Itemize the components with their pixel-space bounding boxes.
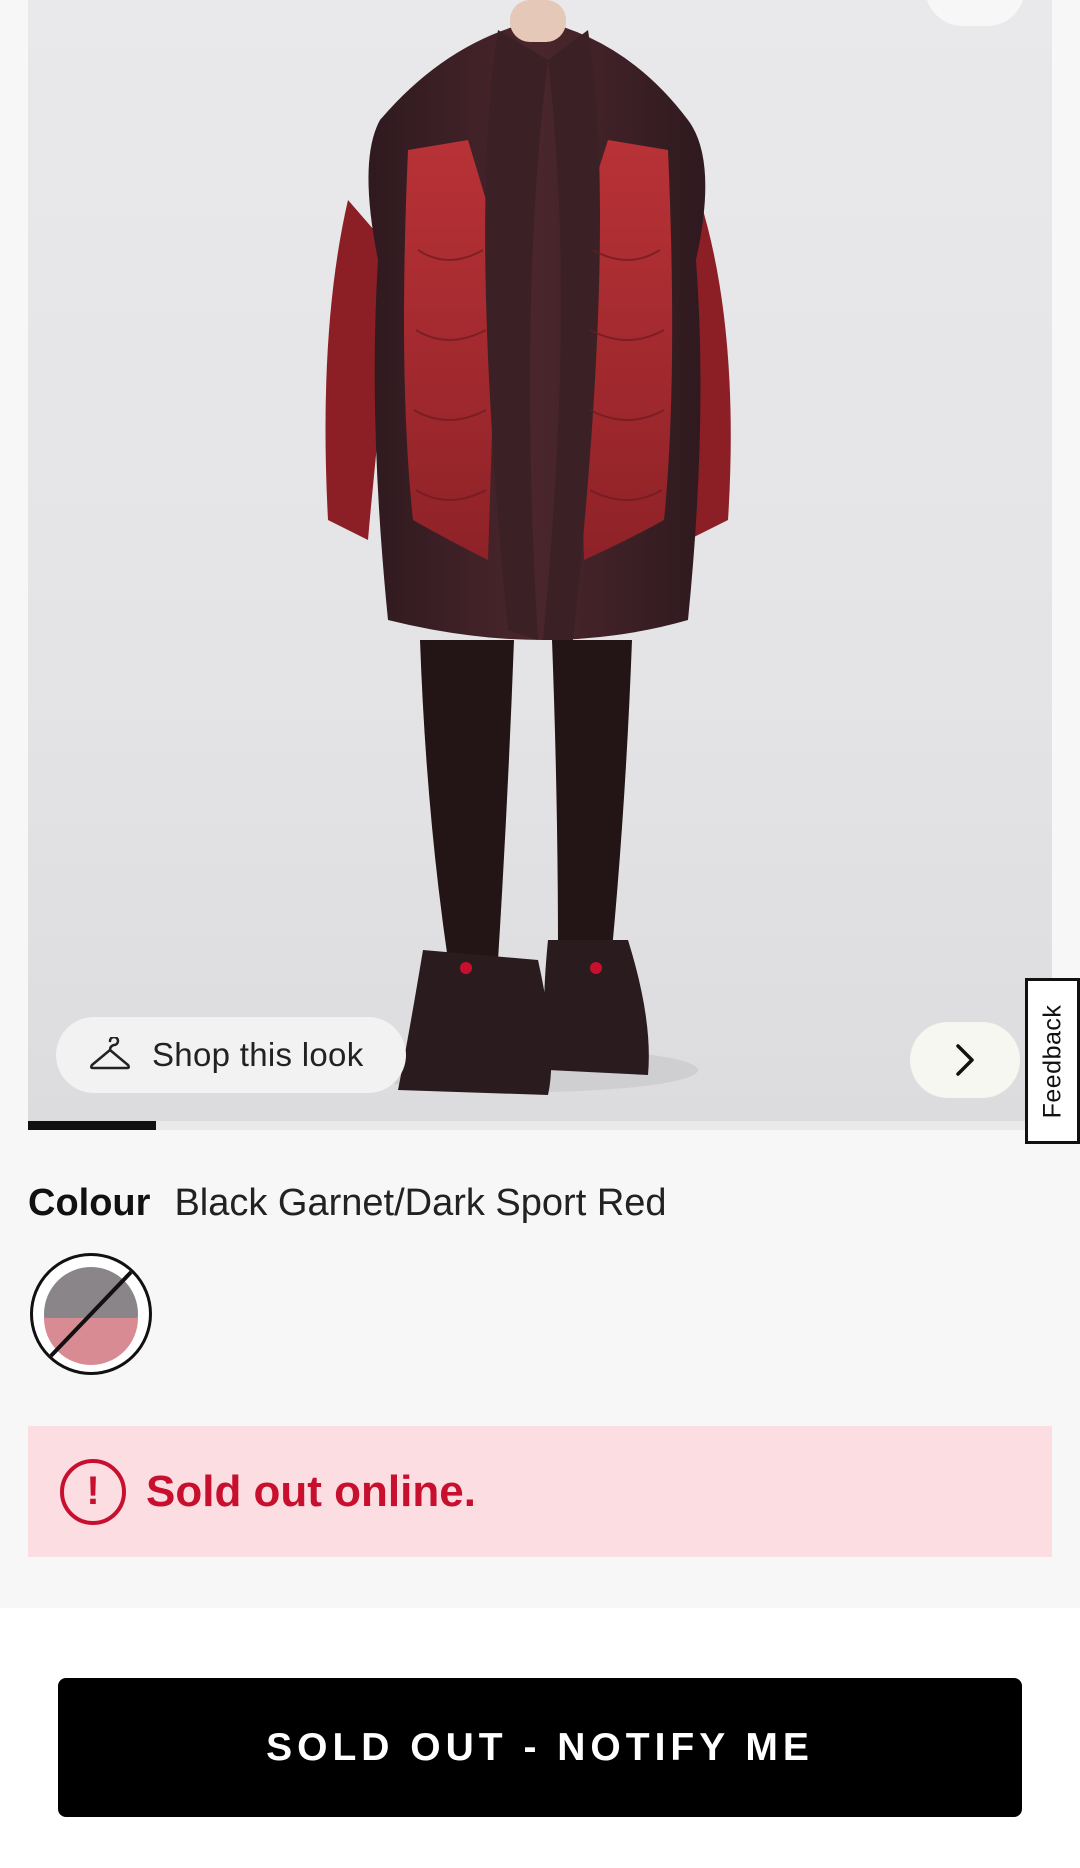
product-image[interactable]	[28, 0, 1052, 1130]
alert-icon: !	[60, 1458, 126, 1525]
chevron-right-icon	[956, 1044, 974, 1076]
model-illustration	[325, 0, 731, 1095]
swatch-graphic	[44, 1266, 138, 1365]
hanger-icon	[89, 1037, 131, 1070]
feedback-tab[interactable]: Feedback	[1025, 978, 1080, 1144]
shop-this-look-label: Shop this look	[152, 1036, 364, 1073]
shop-this-look-button[interactable]: Shop this look	[56, 1017, 406, 1093]
sold-out-message: Sold out online.	[146, 1466, 476, 1516]
colour-value: Black Garnet/Dark Sport Red	[174, 1182, 667, 1224]
notify-me-button[interactable]: SOLD OUT - NOTIFY ME	[58, 1678, 1022, 1817]
colour-label: Colour	[28, 1182, 151, 1224]
feedback-label: Feedback	[1038, 1004, 1067, 1118]
carousel-progress-fill	[28, 1121, 156, 1130]
colour-row: Colour Black Garnet/Dark Sport Red	[28, 1182, 667, 1225]
sold-out-banner: ! Sold out online.	[28, 1426, 1052, 1557]
next-image-button[interactable]	[910, 1022, 1020, 1098]
carousel-progress	[28, 1121, 1052, 1130]
colour-swatch-unavailable[interactable]	[30, 1253, 152, 1375]
